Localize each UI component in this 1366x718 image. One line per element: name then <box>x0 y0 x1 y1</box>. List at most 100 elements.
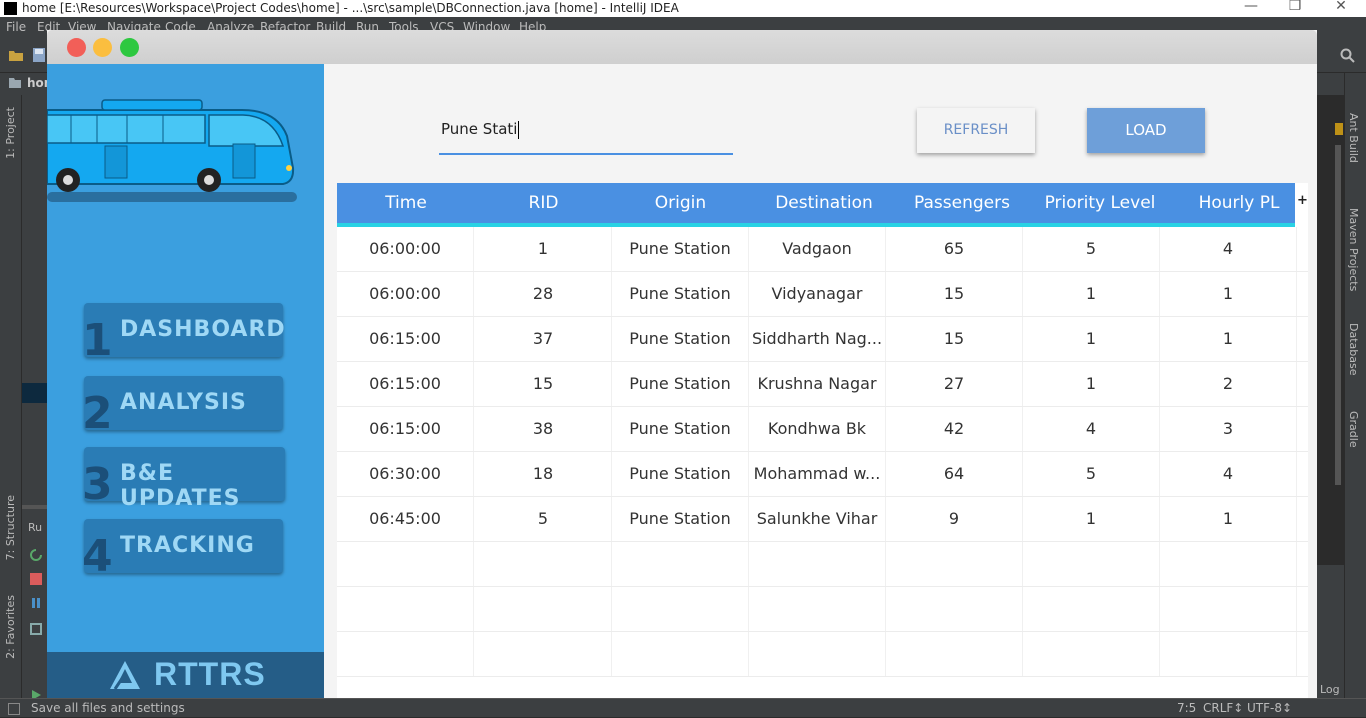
cell-time <box>337 587 474 631</box>
intellij-app-icon <box>4 2 17 15</box>
column-header-hourly-pl[interactable]: Hourly PL <box>1175 183 1303 223</box>
routes-table: Time RID Origin Destination Passengers P… <box>337 183 1308 698</box>
cell-hourly-pl: 1 <box>1160 497 1297 541</box>
rttrs-logo-icon <box>110 661 140 690</box>
dashboard-button[interactable]: 1 DASHBOARD <box>82 303 286 363</box>
table-row[interactable]: 06:00:00 1 Pune Station Vadgaon 65 5 4 <box>337 227 1308 272</box>
column-header-time[interactable]: Time <box>337 183 475 223</box>
cell-priority-level <box>1023 542 1160 586</box>
cell-destination: Mohammad w... <box>749 452 886 496</box>
table-row[interactable]: 06:00:00 28 Pune Station Vidyanagar 15 1 1 <box>337 272 1308 317</box>
save-icon[interactable] <box>32 47 46 63</box>
tab-project[interactable]: 1: Project <box>4 107 17 159</box>
event-log-label[interactable]: Log <box>1320 683 1340 696</box>
cell-time: 06:30:00 <box>337 452 474 496</box>
column-header-passengers[interactable]: Passengers <box>899 183 1025 223</box>
tracking-label: TRACKING <box>120 533 255 558</box>
tab-structure[interactable]: 7: Structure <box>4 495 17 560</box>
cell-destination: Salunkhe Vihar <box>749 497 886 541</box>
pause-icon[interactable] <box>30 597 42 609</box>
camera-icon[interactable] <box>30 623 42 635</box>
load-button[interactable]: LOAD <box>1087 108 1205 153</box>
analysis-number: 2 <box>82 388 113 439</box>
app-title-bar <box>47 30 1317 64</box>
cell-destination: Siddharth Nag... <box>749 317 886 361</box>
tab-ant-build[interactable]: Ant Build <box>1347 113 1360 163</box>
cell-rid: 5 <box>475 497 612 541</box>
file-encoding[interactable]: UTF-8↕ <box>1247 699 1292 718</box>
caret-position[interactable]: 7:5 <box>1177 699 1196 718</box>
tab-gradle[interactable]: Gradle <box>1347 411 1360 448</box>
cell-origin: Pune Station <box>612 407 749 451</box>
open-folder-icon[interactable] <box>8 49 24 62</box>
line-separator[interactable]: CRLF↕ <box>1203 699 1243 718</box>
minimize-icon[interactable]: — <box>1228 0 1274 13</box>
close-window-button[interactable] <box>67 38 86 57</box>
rerun-icon[interactable] <box>30 549 42 561</box>
search-icon[interactable] <box>1340 48 1356 64</box>
cell-priority-level: 1 <box>1023 362 1160 406</box>
ide-right-tool-strip: Ant Build Maven Projects Database Gradle… <box>1317 73 1366 698</box>
cell-passengers: 9 <box>886 497 1023 541</box>
cell-origin <box>612 587 749 631</box>
cell-origin: Pune Station <box>612 497 749 541</box>
ide-status-bar: Save all files and settings 7:5 CRLF↕ UT… <box>0 698 1366 717</box>
cell-destination: Vadgaon <box>749 227 886 271</box>
stop-icon[interactable] <box>30 573 42 585</box>
table-row[interactable]: 06:15:00 15 Pune Station Krushna Nagar 27 1 2 <box>337 362 1308 407</box>
cell-hourly-pl: 4 <box>1160 227 1297 271</box>
column-header-destination[interactable]: Destination <box>749 183 899 223</box>
cell-destination: Krushna Nagar <box>749 362 886 406</box>
cell-hourly-pl: 4 <box>1160 452 1297 496</box>
cell-rid: 37 <box>475 317 612 361</box>
maximize-window-button[interactable] <box>120 38 139 57</box>
tab-database[interactable]: Database <box>1347 323 1360 376</box>
add-column-icon[interactable]: + <box>1297 193 1308 208</box>
editor-scrollbar[interactable] <box>1335 145 1341 485</box>
minimize-window-button[interactable] <box>93 38 112 57</box>
close-icon[interactable]: ✕ <box>1318 0 1364 13</box>
cell-hourly-pl <box>1160 632 1297 676</box>
status-message: Save all files and settings <box>31 701 185 715</box>
tracking-button[interactable]: 4 TRACKING <box>82 519 283 579</box>
empty-table-row[interactable] <box>337 587 1308 632</box>
column-header-rid[interactable]: RID <box>475 183 612 223</box>
table-row[interactable]: 06:15:00 38 Pune Station Kondhwa Bk 42 4 3 <box>337 407 1308 452</box>
cell-hourly-pl: 1 <box>1160 272 1297 316</box>
cell-priority-level: 1 <box>1023 317 1160 361</box>
cell-priority-level: 1 <box>1023 272 1160 316</box>
search-input[interactable]: Pune Stati <box>439 110 733 155</box>
cell-hourly-pl: 1 <box>1160 317 1297 361</box>
run-panel-label: Ru <box>28 521 43 534</box>
cell-rid <box>475 587 612 631</box>
refresh-button[interactable]: REFRESH <box>917 108 1035 153</box>
dashboard-label: DASHBOARD <box>120 317 286 342</box>
table-row[interactable]: 06:30:00 18 Pune Station Mohammad w... 64 5 4 <box>337 452 1308 497</box>
cell-priority-level <box>1023 632 1160 676</box>
column-header-priority-level[interactable]: Priority Level <box>1025 183 1175 223</box>
cell-priority-level <box>1023 587 1160 631</box>
table-row[interactable]: 06:15:00 37 Pune Station Siddharth Nag... 15… <box>337 317 1308 362</box>
table-row[interactable]: 06:45:00 5 Pune Station Salunkhe Vihar 9 1 1 <box>337 497 1308 542</box>
ide-project-panel <box>22 95 48 505</box>
b-and-e-updates-button[interactable]: 3 B&E UPDATES <box>82 447 285 511</box>
cell-priority-level: 5 <box>1023 452 1160 496</box>
analysis-label: ANALYSIS <box>120 390 247 415</box>
empty-table-row[interactable] <box>337 632 1308 677</box>
brand-name: RTTRS <box>154 656 266 692</box>
maximize-icon[interactable]: ❐ <box>1272 0 1318 13</box>
cell-origin: Pune Station <box>612 272 749 316</box>
empty-table-row[interactable] <box>337 542 1308 587</box>
cell-rid <box>475 542 612 586</box>
analysis-button[interactable]: 2 ANALYSIS <box>82 376 283 436</box>
column-header-origin[interactable]: Origin <box>612 183 749 223</box>
tab-favorites[interactable]: 2: Favorites <box>4 595 17 659</box>
tracking-number: 4 <box>82 531 113 582</box>
selected-tree-row[interactable] <box>22 383 48 403</box>
tab-maven-projects[interactable]: Maven Projects <box>1347 208 1360 291</box>
dashboard-number: 1 <box>82 315 113 366</box>
cell-origin: Pune Station <box>612 452 749 496</box>
cell-rid <box>475 632 612 676</box>
status-toggle-icon[interactable] <box>8 703 20 715</box>
menu-file[interactable]: File <box>6 17 26 37</box>
